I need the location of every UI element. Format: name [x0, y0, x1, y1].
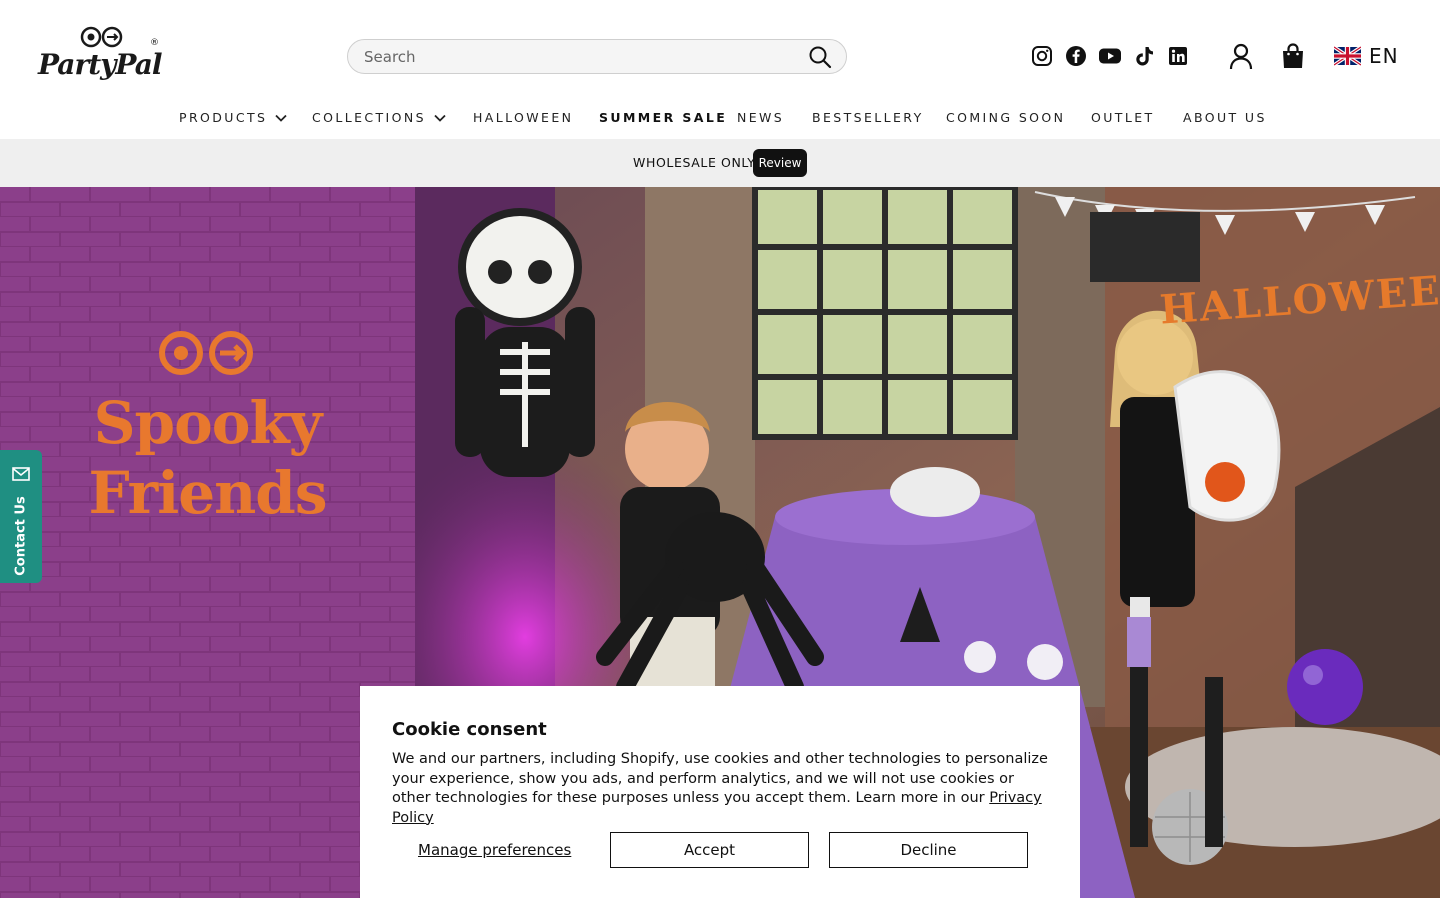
search-input[interactable] [364, 40, 804, 73]
nav-item-news[interactable]: NEWS [737, 110, 784, 125]
nav-item-label: SUMMER SALE [599, 110, 728, 125]
search-icon[interactable] [808, 45, 832, 69]
nav-item-label: COLLECTIONS [312, 110, 426, 125]
logo-eyes-icon [80, 26, 123, 48]
chevron-down-icon [434, 114, 446, 122]
hero-brand-line-1: Spooky [93, 389, 323, 457]
partypal-logo[interactable]: PartyPal ® [38, 26, 163, 86]
youtube-icon[interactable] [1098, 45, 1122, 67]
nav-item-collections[interactable]: COLLECTIONS [312, 110, 446, 125]
cookie-body: We and our partners, including Shopify, … [392, 750, 1052, 828]
mail-icon [12, 467, 30, 481]
chevron-down-icon [275, 114, 287, 122]
nav-item-label: NEWS [737, 110, 785, 125]
announcement-bar: WHOLESALE ONLY [0, 139, 1440, 187]
facebook-icon[interactable] [1065, 45, 1087, 67]
cookie-consent-dialog: Cookie consent We and our partners, incl… [360, 686, 1080, 900]
language-selector[interactable]: EN [1334, 42, 1399, 70]
spooky-friends-eyes-icon [159, 331, 253, 375]
manage-preferences-button[interactable]: Manage preferences [418, 841, 571, 859]
logo-registered-mark: ® [150, 38, 159, 48]
nav-item-label: PRODUCTS [179, 110, 268, 125]
instagram-icon[interactable] [1031, 45, 1053, 67]
nav-item-summer-sale[interactable]: SUMMER SALE [599, 110, 727, 125]
site-header: PartyPal ® Search EN PRODUCTS COLLECTION… [0, 0, 1440, 139]
nav-item-products[interactable]: PRODUCTS [179, 110, 287, 125]
contact-us-label: Contact Us [13, 496, 29, 576]
tiktok-icon[interactable] [1133, 45, 1155, 67]
nav-item-label: HALLOWEEN [473, 110, 574, 125]
cookie-body-text: We and our partners, including Shopify, … [392, 751, 1048, 806]
accept-button[interactable]: Accept [610, 832, 809, 868]
nav-item-label: OUTLET [1091, 110, 1155, 125]
main-nav: PRODUCTS COLLECTIONS HALLOWEEN SUMMER SA… [0, 104, 1440, 132]
nav-item-bestsellery[interactable]: BESTSELLERY [812, 110, 924, 125]
nav-item-label: ABOUT US [1183, 110, 1267, 125]
nav-item-halloween[interactable]: HALLOWEEN [473, 110, 573, 125]
decline-button[interactable]: Decline [829, 832, 1028, 868]
hero-brand-panel: Spooky Friends [0, 187, 415, 898]
language-code: EN [1369, 44, 1399, 68]
nav-item-outlet[interactable]: OUTLET [1091, 110, 1155, 125]
search-bar [347, 39, 847, 74]
review-badge[interactable]: Review [753, 149, 807, 177]
announcement-text: WHOLESALE ONLY [633, 155, 756, 170]
logo-wordmark: PartyPal [38, 48, 162, 81]
nav-item-label: BESTSELLERY [812, 110, 924, 125]
nav-item-coming-soon[interactable]: COMING SOON [946, 110, 1065, 125]
uk-flag-icon [1334, 46, 1361, 66]
hero-brand-line-2: Friends [88, 459, 327, 527]
cart-bag-icon[interactable] [1280, 42, 1306, 70]
brick-texture [0, 187, 415, 898]
linkedin-icon[interactable] [1167, 45, 1189, 67]
nav-item-label: COMING SOON [946, 110, 1066, 125]
contact-us-tab[interactable]: Contact Us [0, 450, 42, 583]
nav-item-about-us[interactable]: ABOUT US [1183, 110, 1267, 125]
cookie-title: Cookie consent [392, 719, 547, 740]
account-icon[interactable] [1228, 42, 1254, 70]
